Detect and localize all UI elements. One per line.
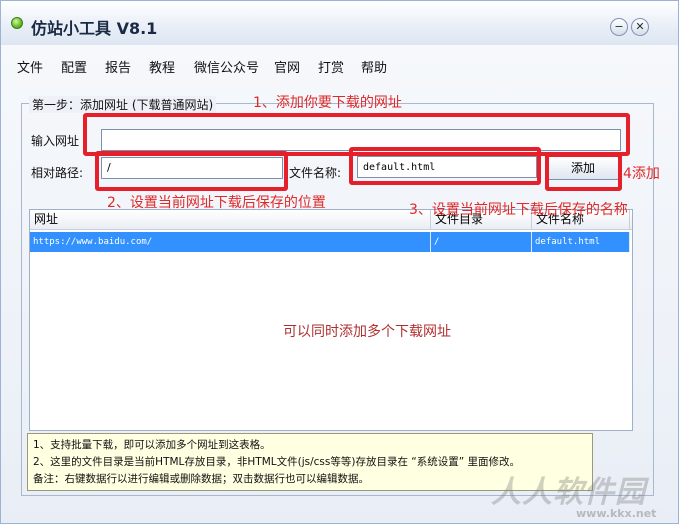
tip-line-1: 1、支持批量下载，即可以添加多个网址到这表格。 <box>33 439 271 451</box>
annotation-text-multi: 可以同时添加多个下载网址 <box>283 324 451 340</box>
cell-url: https://www.baidu.com/ <box>30 232 431 252</box>
menu-bar: 文件 配置 报告 教程 微信公众号 官网 打赏 帮助 <box>1 53 678 76</box>
annotation-text-3: 3、设置当前网址下载后保存的名称 <box>409 202 628 218</box>
menu-file[interactable]: 文件 <box>17 57 43 76</box>
url-table: 网址 文件目录 文件名称 https://www.baidu.com/ / de… <box>29 209 633 431</box>
menu-help[interactable]: 帮助 <box>361 57 387 76</box>
column-header-url[interactable]: 网址 <box>30 210 431 230</box>
cell-dir: / <box>431 232 532 252</box>
url-label: 输入网址 <box>31 134 80 148</box>
annotation-box-filename <box>349 147 541 185</box>
annotation-box-add <box>545 153 622 191</box>
app-logo-icon <box>11 17 23 29</box>
cell-file: default.html <box>532 232 630 252</box>
annotation-text-2: 2、设置当前网址下载后保存的位置 <box>107 195 326 211</box>
minimize-icon: − <box>614 20 624 33</box>
watermark-text: 人人软件园 <box>491 475 646 510</box>
title-bar: 仿站小工具 V8.1 − ✕ <box>1 1 678 45</box>
close-button[interactable]: ✕ <box>631 18 649 36</box>
watermark-url: www.kkx.net <box>576 507 657 520</box>
close-icon: ✕ <box>635 20 645 33</box>
menu-config[interactable]: 配置 <box>61 57 87 76</box>
path-label: 相对路径: <box>31 166 84 180</box>
table-row[interactable]: https://www.baidu.com/ / default.html <box>30 232 630 252</box>
menu-website[interactable]: 官网 <box>274 57 300 76</box>
minimize-button[interactable]: − <box>610 18 628 36</box>
menu-tutorial[interactable]: 教程 <box>149 57 175 76</box>
menu-report[interactable]: 报告 <box>105 57 131 76</box>
annotation-text-4: 4添加 <box>623 166 660 182</box>
annotation-box-path <box>95 151 288 191</box>
menu-wechat[interactable]: 微信公众号 <box>194 57 259 76</box>
step-legend: 第一步：添加网址 (下载普通网站) <box>29 96 217 113</box>
annotation-text-1: 1、添加你要下载的网址 <box>253 95 402 111</box>
app-window: 仿站小工具 V8.1 − ✕ 文件 配置 报告 教程 微信公众号 官网 打赏 帮… <box>0 0 679 524</box>
menu-donate[interactable]: 打赏 <box>318 57 344 76</box>
filename-label: 文件名称: <box>289 166 342 180</box>
window-title: 仿站小工具 V8.1 <box>31 19 158 38</box>
